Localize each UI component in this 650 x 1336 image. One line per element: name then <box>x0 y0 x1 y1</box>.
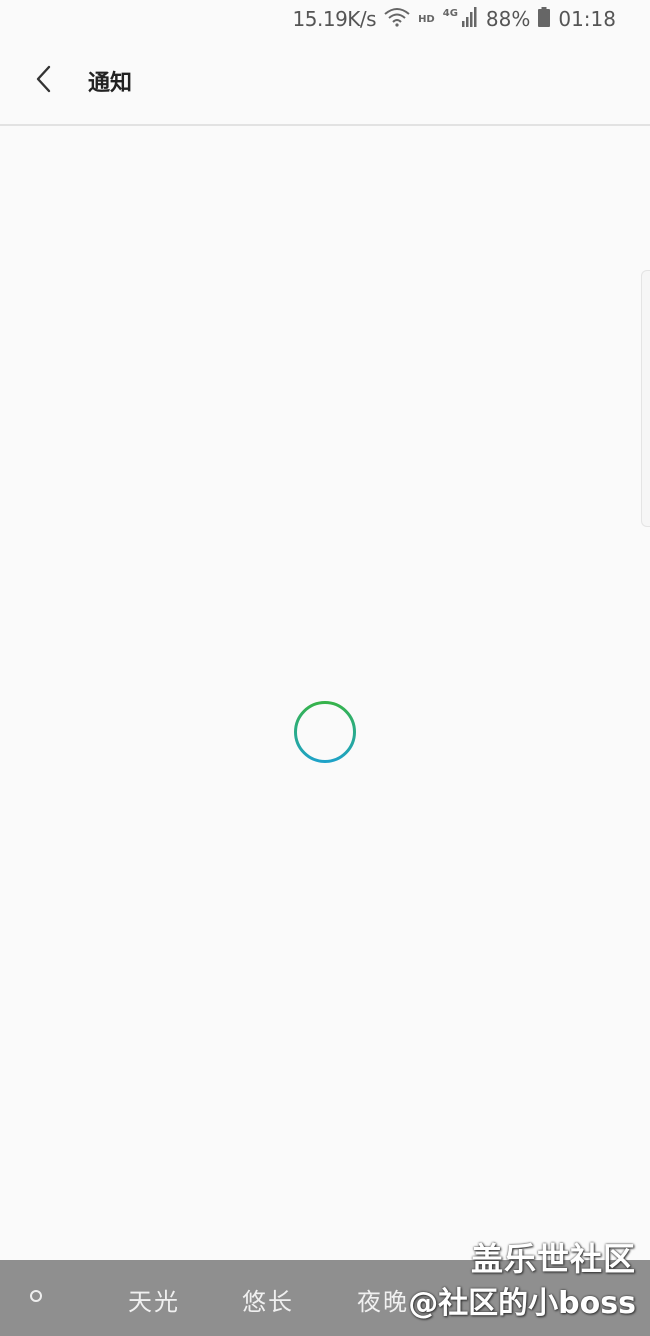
watermark-community: 盖乐世社区 <box>470 1240 636 1278</box>
home-dot-icon[interactable] <box>30 1290 42 1302</box>
watermark-author: @社区的小boss <box>408 1286 636 1321</box>
page-title: 通知 <box>88 71 133 96</box>
net-speed: 15.19K/s <box>292 7 377 31</box>
battery-icon <box>538 6 551 32</box>
edge-panel-handle[interactable] <box>641 270 650 527</box>
battery-percent: 88% <box>485 7 531 31</box>
bottom-tab-1[interactable]: 天光 <box>128 1282 180 1317</box>
bottom-tab-3[interactable]: 夜晚 <box>357 1282 409 1317</box>
bottom-tab-2[interactable]: 悠长 <box>242 1282 294 1317</box>
wifi-icon <box>384 7 410 32</box>
chevron-left-icon <box>33 64 55 98</box>
status-bar: 15.19K/s HD 4G 88% 01:18 <box>0 0 650 38</box>
signal-icon <box>461 6 478 32</box>
loading-spinner <box>293 700 357 764</box>
network-type-label: 4G <box>442 7 458 19</box>
back-button[interactable] <box>14 51 74 111</box>
app-header: 通知 <box>0 38 650 126</box>
hd-label: HD <box>418 13 435 25</box>
clock: 01:18 <box>558 7 616 31</box>
